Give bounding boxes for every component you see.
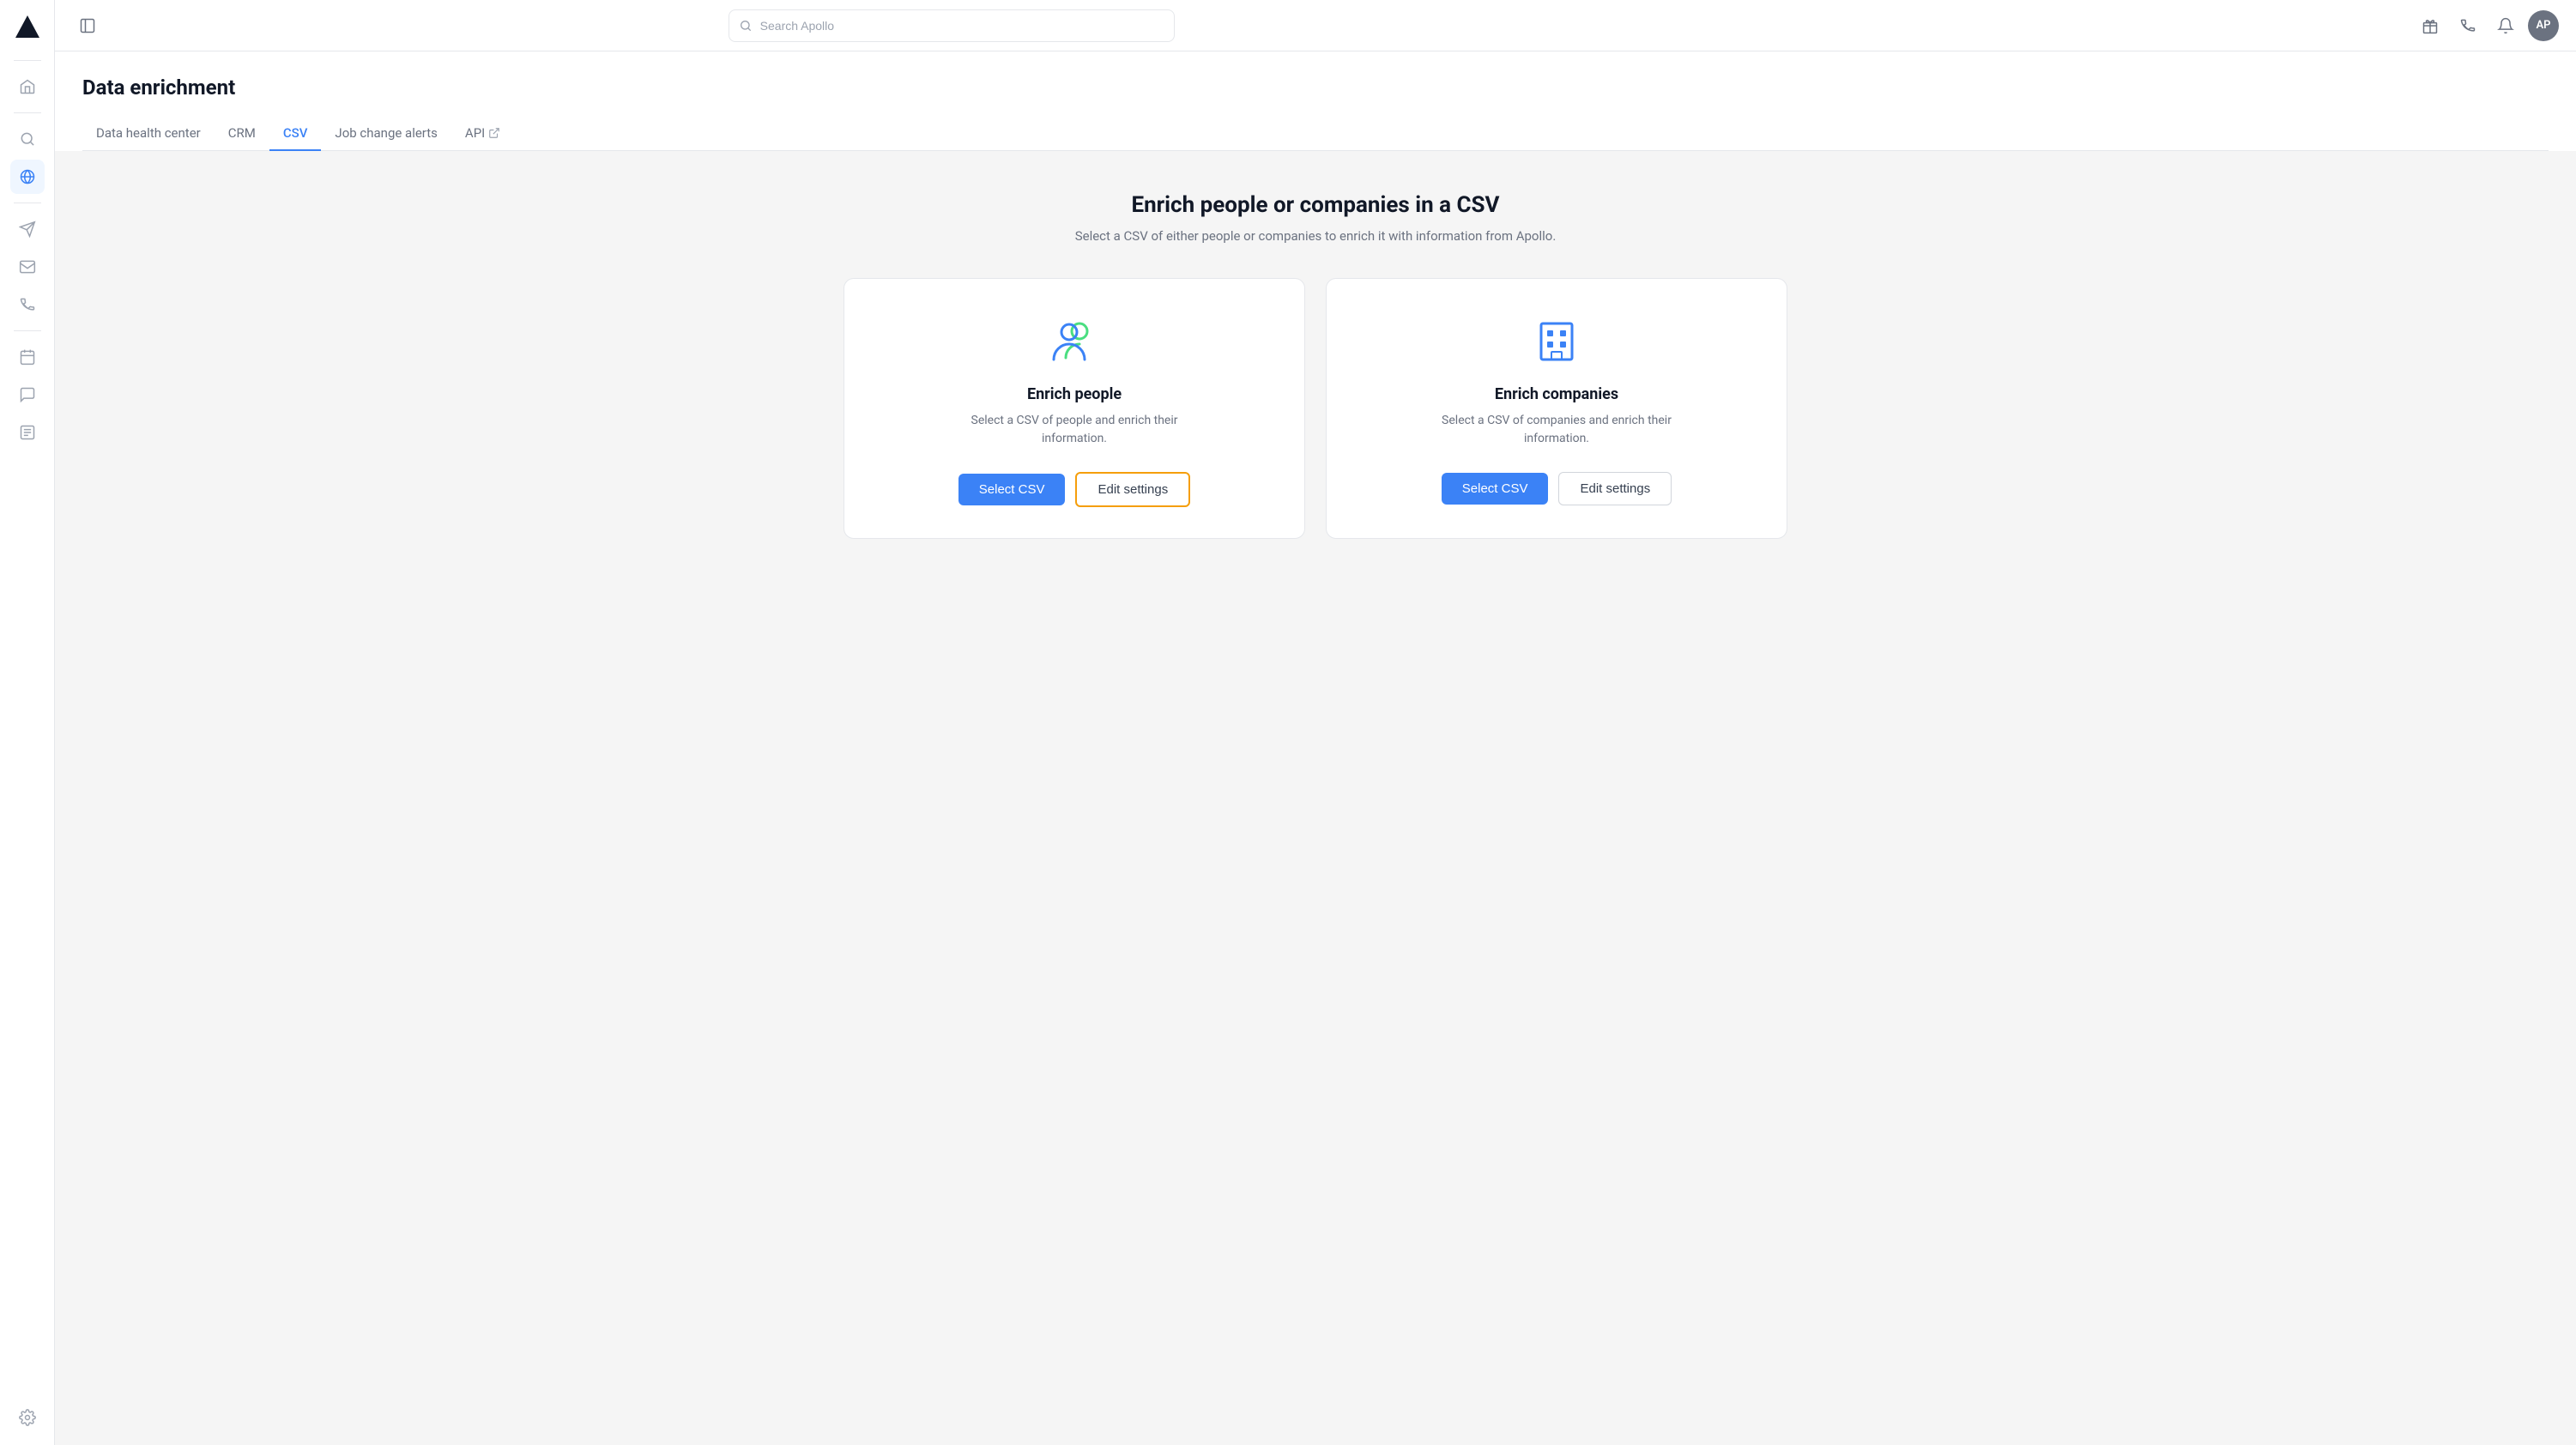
gift-icon (2422, 17, 2439, 34)
sidebar-item-chat[interactable] (10, 378, 45, 412)
cards-row: Enrich people Select a CSV of people and… (844, 278, 1787, 539)
enrich-companies-actions: Select CSV Edit settings (1442, 472, 1672, 505)
sidebar-divider-top (14, 60, 41, 61)
content-area: Data enrichment Data health center CRM C… (55, 51, 2576, 1445)
topbar: AP (55, 0, 2576, 51)
enrich-people-edit-settings-button[interactable]: Edit settings (1075, 472, 1190, 507)
enrich-people-card: Enrich people Select a CSV of people and… (844, 278, 1305, 539)
enrich-people-title: Enrich people (1027, 385, 1122, 403)
list-icon (19, 424, 36, 441)
chat-icon (19, 386, 36, 403)
sidebar-item-calendar[interactable] (10, 340, 45, 374)
notifications-button[interactable] (2490, 10, 2521, 41)
bell-icon (2497, 17, 2514, 34)
sidebar-divider-4 (14, 330, 41, 331)
enrichment-icon (19, 168, 36, 185)
user-avatar[interactable]: AP (2528, 10, 2559, 41)
page-title: Data enrichment (82, 76, 2549, 100)
phone-topbar-icon (2459, 17, 2476, 34)
tab-api[interactable]: API (451, 117, 514, 151)
main-content: Enrich people or companies in a CSV Sele… (55, 151, 2576, 1445)
sidebar-toggle-icon (79, 17, 96, 34)
search-bar (729, 9, 1175, 42)
search-input[interactable] (729, 9, 1175, 42)
sidebar-toggle-button[interactable] (72, 10, 103, 41)
send-icon (19, 221, 36, 238)
enrich-companies-card: Enrich companies Select a CSV of compani… (1326, 278, 1787, 539)
topbar-actions: AP (2415, 10, 2559, 41)
enrich-people-desc: Select a CSV of people and enrich their … (954, 412, 1194, 448)
enrich-companies-title: Enrich companies (1495, 385, 1618, 403)
phone-icon (19, 296, 36, 313)
tabs-bar: Data health center CRM CSV Job change al… (82, 117, 2549, 151)
sidebar-item-search[interactable] (10, 122, 45, 156)
sidebar (0, 0, 55, 1445)
search-icon (19, 130, 36, 148)
phone-button[interactable] (2452, 10, 2483, 41)
section-subheading: Select a CSV of either people or compani… (82, 228, 2549, 244)
gift-button[interactable] (2415, 10, 2446, 41)
enrich-companies-edit-settings-button[interactable]: Edit settings (1558, 472, 1672, 505)
sidebar-item-send[interactable] (10, 212, 45, 246)
sidebar-item-mail[interactable] (10, 250, 45, 284)
tab-crm[interactable]: CRM (215, 117, 269, 151)
sidebar-item-enrichment[interactable] (10, 160, 45, 194)
tab-csv[interactable]: CSV (269, 117, 322, 151)
sidebar-item-home[interactable] (10, 70, 45, 104)
home-icon (19, 78, 36, 95)
main-wrapper: AP Data enrichment Data health center CR… (55, 0, 2576, 1445)
external-link-icon (488, 127, 500, 139)
page-header: Data enrichment Data health center CRM C… (55, 51, 2576, 151)
sidebar-item-list[interactable] (10, 415, 45, 450)
sidebar-item-settings[interactable] (10, 1400, 45, 1435)
enrich-people-icon (1047, 313, 1102, 368)
calendar-icon (19, 348, 36, 366)
section-heading: Enrich people or companies in a CSV (82, 192, 2549, 218)
sidebar-divider-2 (14, 112, 41, 113)
enrich-companies-select-csv-button[interactable]: Select CSV (1442, 473, 1549, 505)
tab-data-health-center[interactable]: Data health center (82, 117, 215, 151)
enrich-companies-desc: Select a CSV of companies and enrich the… (1436, 412, 1677, 448)
search-icon (739, 19, 753, 33)
settings-icon (19, 1409, 36, 1426)
tab-job-change-alerts[interactable]: Job change alerts (321, 117, 451, 151)
mail-icon (19, 258, 36, 275)
app-logo[interactable] (10, 10, 45, 45)
enrich-companies-icon (1529, 313, 1584, 368)
enrich-people-select-csv-button[interactable]: Select CSV (958, 474, 1066, 505)
enrich-people-actions: Select CSV Edit settings (958, 472, 1190, 507)
sidebar-item-phone[interactable] (10, 287, 45, 322)
tab-api-label: API (465, 125, 485, 141)
